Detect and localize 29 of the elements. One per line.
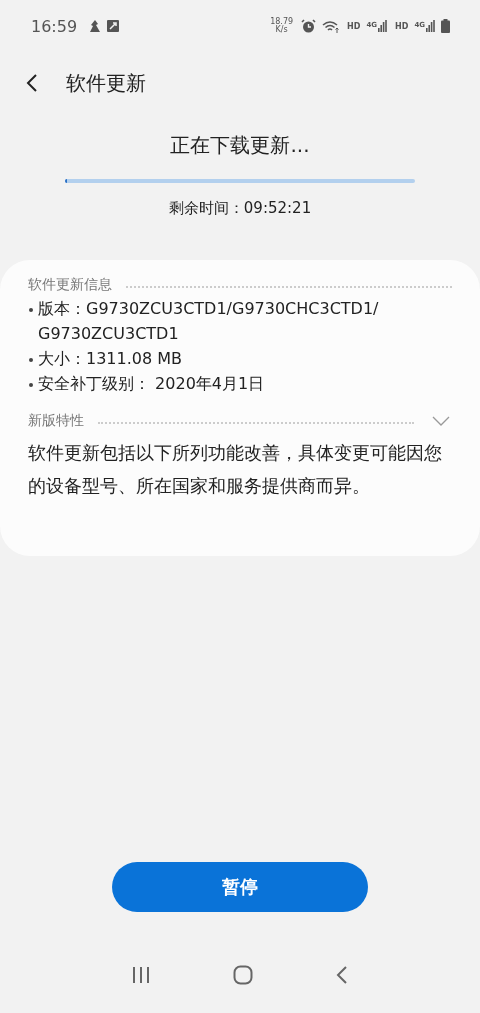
status-time: 16:59 — [31, 16, 78, 36]
recent-apps-icon[interactable] — [131, 966, 150, 983]
battery-icon — [441, 19, 450, 33]
chevron-down-icon[interactable] — [432, 416, 450, 426]
hd-label: HD — [395, 21, 409, 31]
network-speed-unit: K/s — [275, 26, 288, 34]
network-speed: 18.79 — [270, 18, 294, 26]
info-item: 大小：1311.08 MB — [38, 348, 184, 370]
signal-icon — [378, 20, 388, 32]
back-nav-icon[interactable] — [336, 965, 349, 984]
info-item: 版本：G9730ZCU3CTD1/G9730CHC3CTD1/ G9730ZCU3CTD1 — [38, 298, 380, 345]
features-description: 软件更新包括以下所列功能改善，具体变更可能因您的设备型号、所在国家和服务提供商而异。 — [28, 441, 443, 498]
notification-icon — [89, 19, 102, 33]
page-title: 软件更新 — [66, 69, 146, 97]
section-heading: 软件更新信息 — [28, 276, 112, 294]
bullet-icon — [29, 308, 33, 312]
remaining-time: 剩余时间：09:52:21 — [168, 199, 312, 218]
download-status: 正在下载更新... — [170, 132, 310, 159]
bullet-icon — [29, 383, 33, 387]
section-heading: 新版特性 — [28, 412, 84, 430]
pause-button[interactable]: 暂停 — [112, 862, 368, 912]
app-notification-icon — [107, 20, 120, 32]
signal-icon — [426, 20, 435, 32]
hd-label: HD — [347, 21, 361, 31]
home-icon[interactable] — [233, 964, 253, 985]
info-item: 安全补丁级别： 2020年4月1日 — [38, 373, 266, 395]
bullet-icon — [29, 358, 33, 362]
wifi-icon — [322, 19, 340, 33]
alarm-icon — [301, 18, 317, 34]
